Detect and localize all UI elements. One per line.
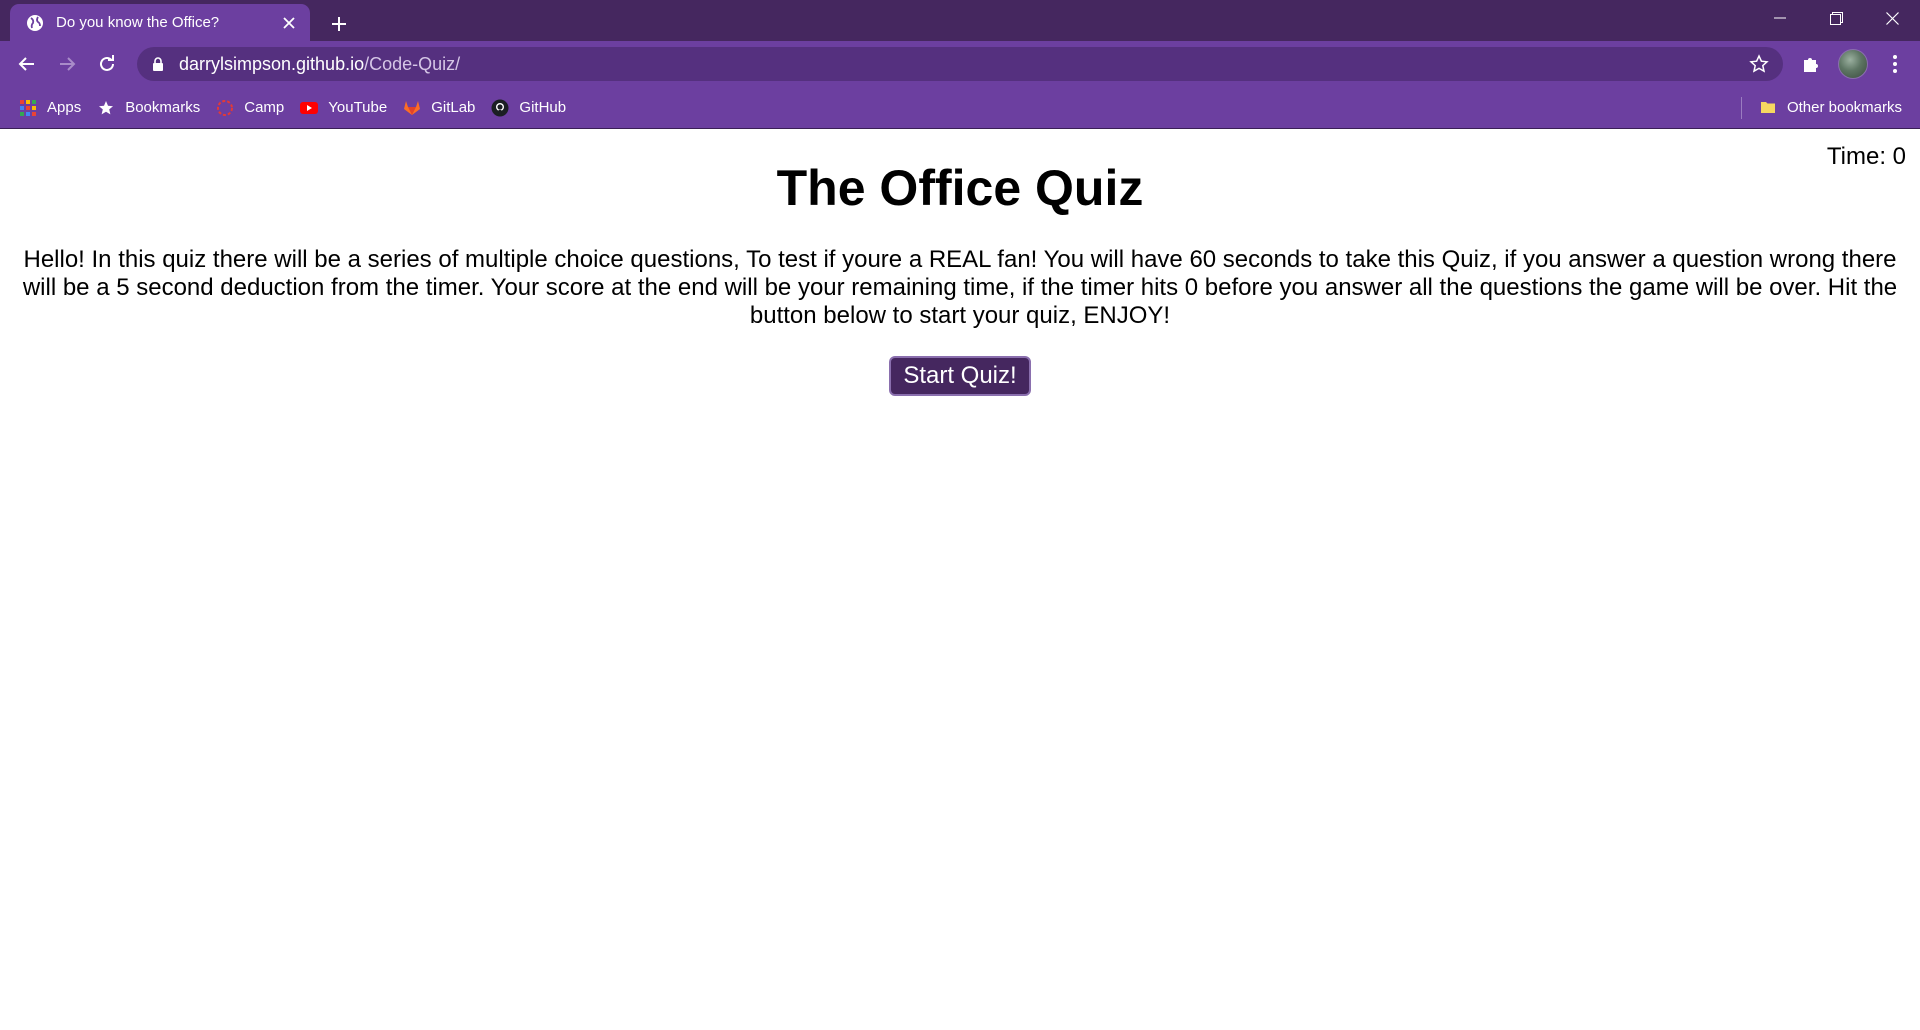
bookmark-label: Bookmarks (125, 99, 201, 116)
quiz-intro-text: Hello! In this quiz there will be a seri… (22, 246, 1898, 329)
globe-icon (26, 14, 44, 32)
extensions-puzzle-icon[interactable] (1794, 47, 1828, 81)
minimize-icon[interactable] (1752, 0, 1808, 36)
url-path: /Code-Quiz/ (364, 53, 461, 74)
other-bookmarks-folder[interactable]: Other bookmarks (1751, 92, 1910, 122)
github-icon (491, 99, 509, 117)
window-controls (1752, 0, 1920, 36)
restore-icon[interactable] (1808, 0, 1864, 36)
page-title: The Office Quiz (776, 160, 1144, 216)
start-button-container: Start Quiz! (0, 356, 1920, 396)
youtube-icon (300, 99, 319, 117)
bookmark-label: GitHub (519, 99, 567, 116)
folder-icon (1759, 98, 1777, 116)
bookmark-gitlab[interactable]: GitLab (395, 93, 483, 123)
tab-title: Do you know the Office? (56, 14, 220, 31)
active-tab[interactable]: Do you know the Office? (10, 4, 310, 41)
bookmark-label: YouTube (328, 99, 388, 116)
address-bar[interactable]: darrylsimpson.github.io/Code-Quiz/ (137, 47, 1783, 81)
close-window-icon[interactable] (1864, 0, 1920, 36)
page-content: Time: 0 The Office Quiz Hello! In this q… (0, 129, 1920, 1030)
gitlab-icon (403, 99, 421, 117)
reload-icon[interactable] (90, 47, 124, 81)
avatar-image (1838, 49, 1868, 79)
bookmark-apps[interactable]: Apps (11, 93, 89, 123)
bookmark-label: GitLab (431, 99, 476, 116)
other-bookmarks-label: Other bookmarks (1786, 98, 1902, 116)
back-arrow-icon[interactable] (10, 47, 44, 81)
bookmark-youtube[interactable]: YouTube (292, 93, 395, 123)
start-quiz-button[interactable]: Start Quiz! (889, 356, 1031, 396)
menu-kebab-icon[interactable] (1878, 47, 1912, 81)
url-host: darrylsimpson.github.io (179, 53, 365, 74)
bookmark-github[interactable]: GitHub (483, 93, 574, 123)
quiz-timer: Time: 0 (1826, 143, 1906, 170)
camp-icon (216, 99, 234, 117)
new-tab-plus-icon[interactable] (325, 10, 353, 38)
profile-avatar[interactable] (1836, 47, 1870, 81)
browser-window: Do you know the Office? darrylsimpson.gi… (0, 0, 1920, 1030)
apps-grid-icon (19, 99, 37, 117)
bookmarks-bar: Apps Bookmarks Camp YouTube GitLab GitHu… (0, 87, 1920, 129)
tab-strip: Do you know the Office? (0, 0, 1920, 41)
bookmark-label: Apps (47, 99, 82, 116)
bookmark-bookmarks[interactable]: Bookmarks (89, 93, 208, 123)
lock-icon[interactable] (151, 56, 165, 72)
star-icon (97, 99, 115, 117)
close-tab-icon[interactable] (278, 12, 300, 34)
bookmark-label: Camp (244, 99, 285, 116)
bookmark-star-icon[interactable] (1749, 54, 1769, 74)
browser-toolbar: darrylsimpson.github.io/Code-Quiz/ (0, 41, 1920, 87)
bookmark-camp[interactable]: Camp (208, 93, 292, 123)
toolbar-right-group (1794, 47, 1920, 81)
bookmarks-separator (1741, 97, 1742, 119)
forward-arrow-icon[interactable] (50, 47, 84, 81)
